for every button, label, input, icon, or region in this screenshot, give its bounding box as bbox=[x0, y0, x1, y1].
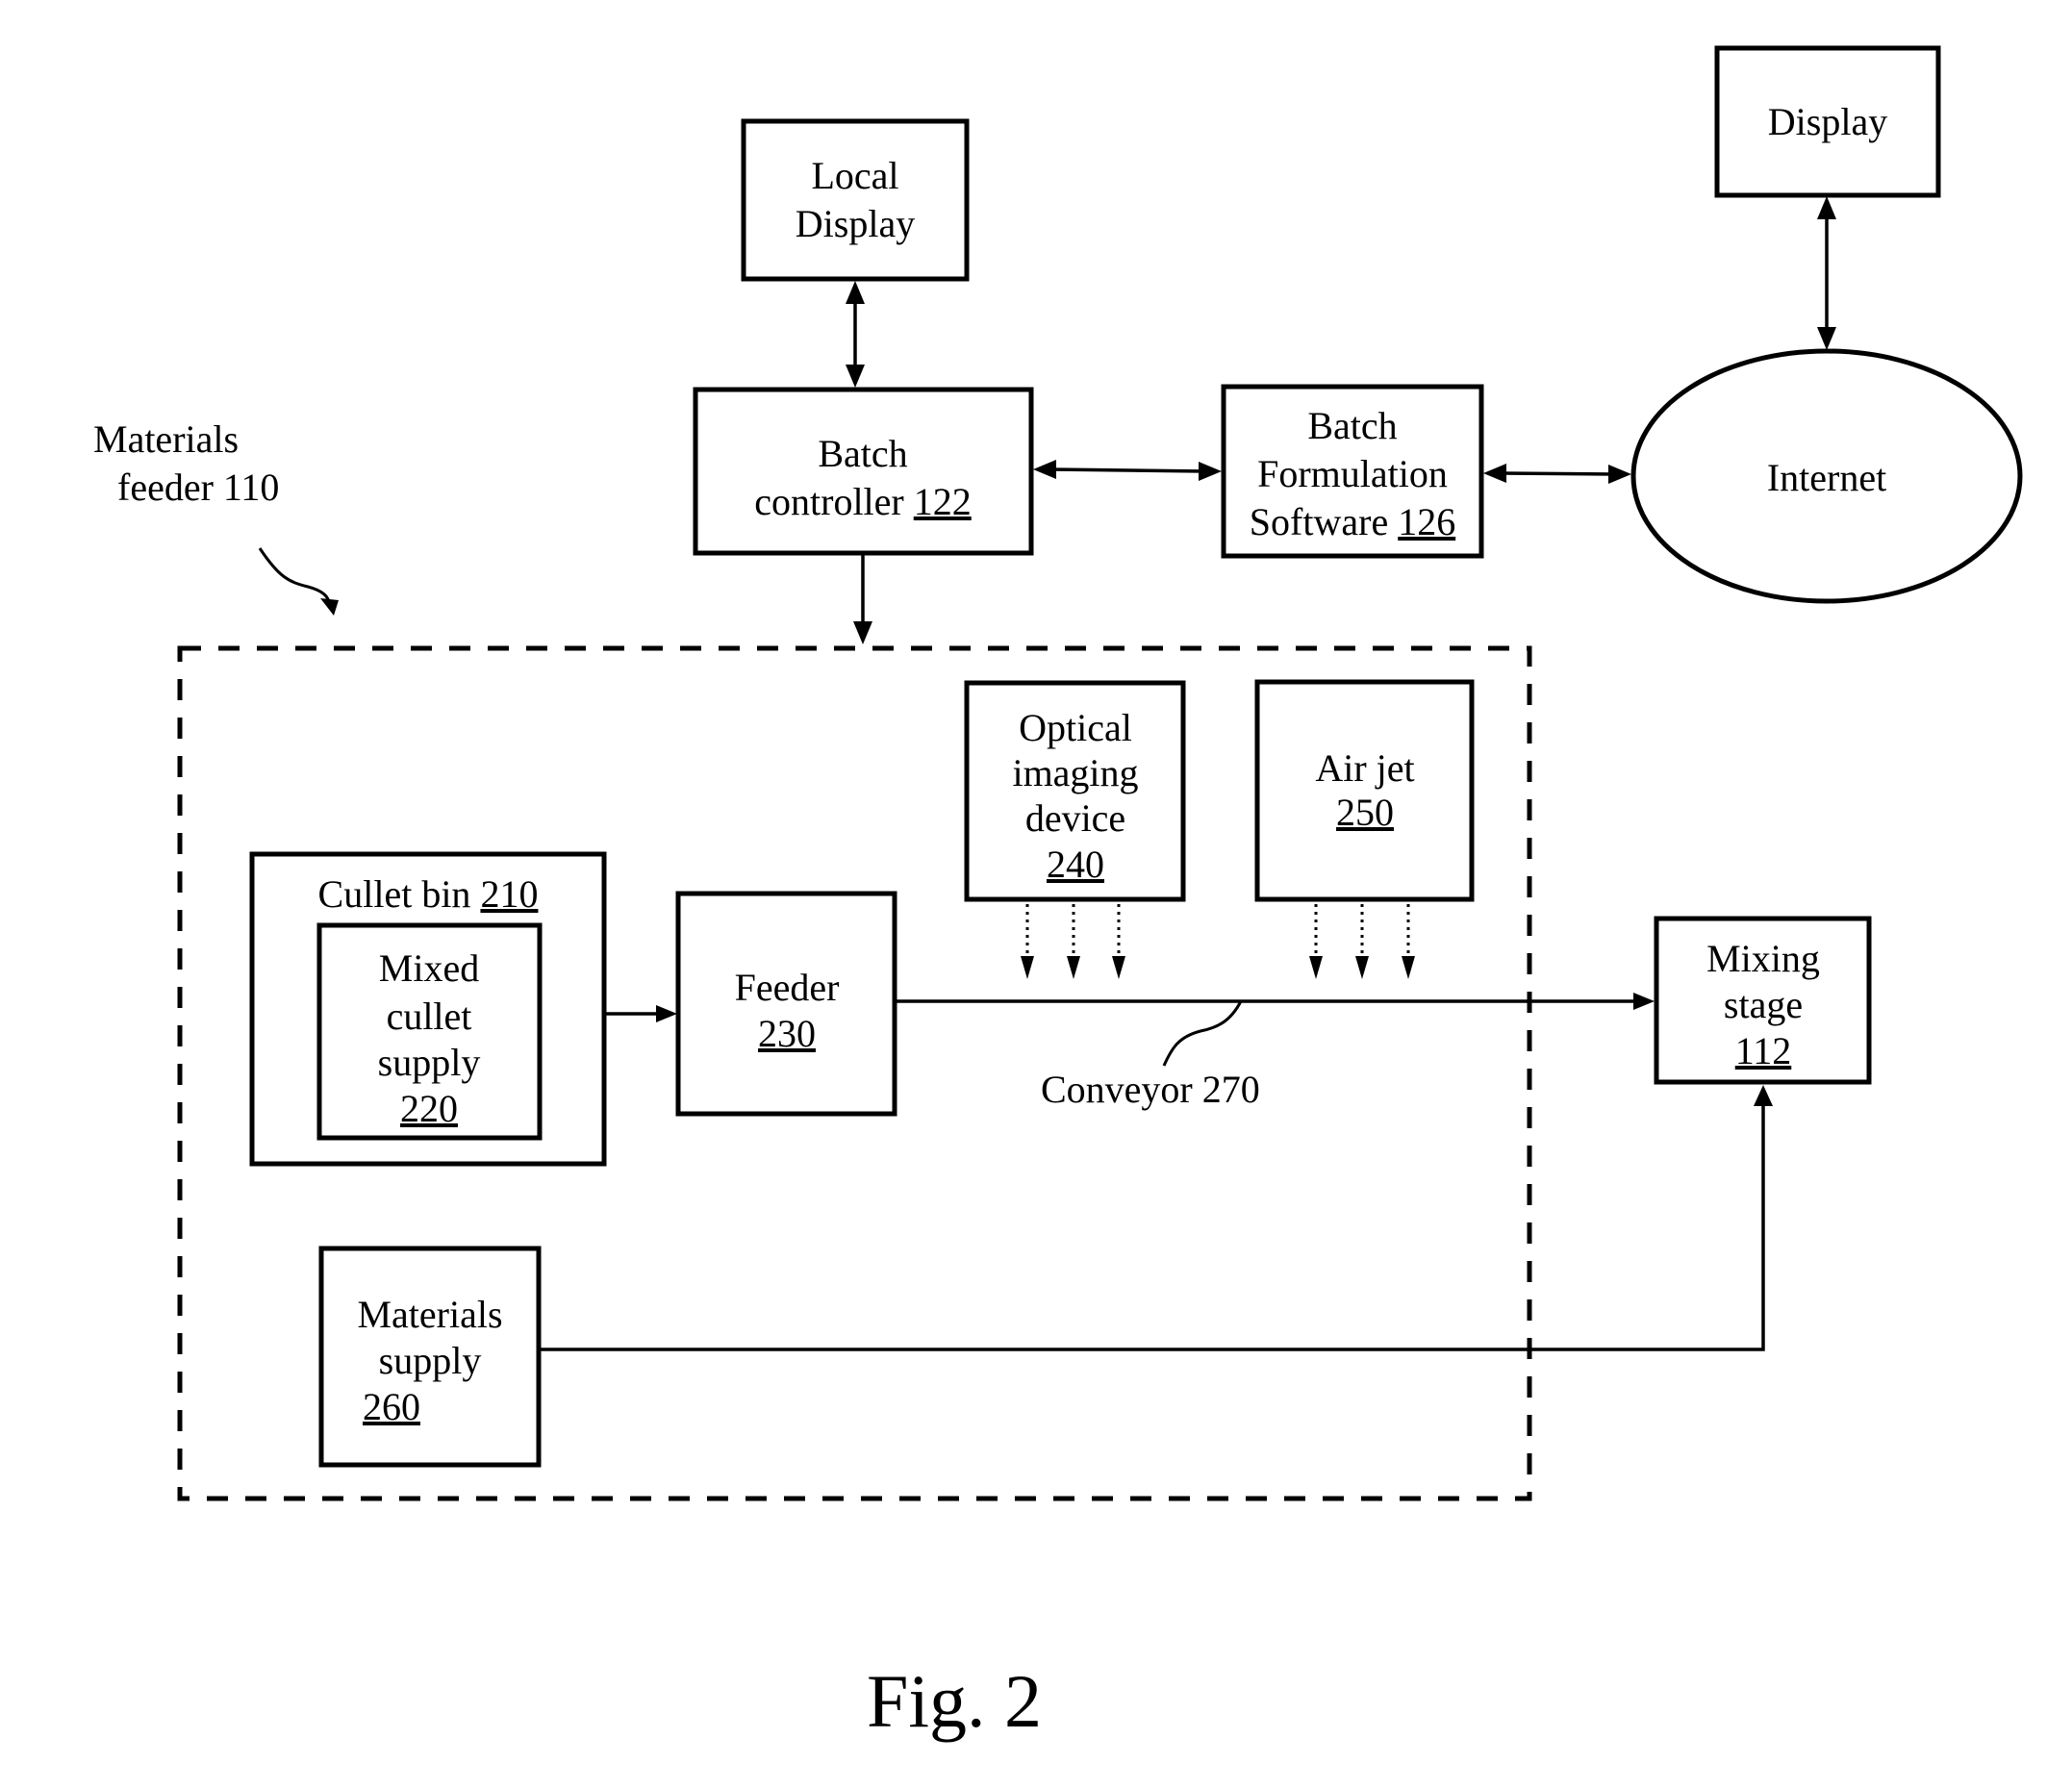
local-display-node[interactable]: Local Display bbox=[741, 118, 970, 282]
batch-formulation-label-line3: Software 126 bbox=[1250, 500, 1455, 543]
mixed-cullet-ref: 220 bbox=[400, 1087, 458, 1130]
feeder-label: Feeder bbox=[735, 966, 840, 1009]
batch-controller-ref: 122 bbox=[914, 480, 972, 523]
edge-batch-formulation-internet bbox=[1483, 464, 1631, 484]
edge-display-internet bbox=[1817, 196, 1836, 350]
conveyor-label: Conveyor 270 bbox=[1041, 1068, 1260, 1111]
batch-controller-label-text: controller bbox=[754, 480, 914, 523]
batch-formulation-ref: 126 bbox=[1398, 500, 1455, 543]
optical-label-line2: imaging bbox=[1012, 751, 1138, 794]
cullet-bin-label: Cullet bin 210 bbox=[318, 872, 539, 916]
internet-label: Internet bbox=[1767, 456, 1886, 499]
batch-controller-node[interactable]: Batch controller 122 bbox=[693, 387, 1034, 556]
edge-cullet-bin-feeder bbox=[606, 1005, 677, 1022]
materials-feeder-label-line1: Materials bbox=[93, 417, 239, 461]
air-jet-dotted-arrows bbox=[1309, 904, 1415, 979]
batch-formulation-label-line1: Batch bbox=[1307, 404, 1397, 447]
cullet-bin-ref: 210 bbox=[480, 872, 538, 916]
local-display-label-line2: Display bbox=[796, 202, 915, 245]
optical-ref: 240 bbox=[1047, 843, 1104, 886]
optical-label-line3: device bbox=[1025, 796, 1125, 840]
edge-batch-controller-batch-formulation bbox=[1033, 460, 1222, 481]
cullet-bin-label-text: Cullet bin bbox=[318, 872, 481, 916]
figure-caption: Fig. 2 bbox=[867, 1659, 1042, 1743]
edge-local-display-batch-controller bbox=[846, 281, 865, 388]
air-jet-node[interactable]: Air jet 250 bbox=[1254, 679, 1475, 902]
diagram-canvas: Materials feeder 110 Local Display Displ… bbox=[93, 45, 2023, 1743]
mixing-stage-ref: 112 bbox=[1735, 1029, 1792, 1072]
materials-supply-ref: 260 bbox=[363, 1385, 420, 1428]
materials-supply-node[interactable]: Materials supply 260 bbox=[318, 1246, 542, 1468]
conveyor-leader-line bbox=[1162, 1000, 1243, 1067]
mixing-stage-node[interactable]: Mixing stage 112 bbox=[1654, 916, 1872, 1085]
mixed-cullet-label-line3: supply bbox=[378, 1041, 481, 1084]
materials-feeder-label: Materials feeder 110 bbox=[93, 417, 279, 509]
materials-supply-label-line2: supply bbox=[379, 1339, 482, 1382]
internet-node[interactable]: Internet bbox=[1630, 348, 2023, 604]
air-jet-ref: 250 bbox=[1336, 791, 1394, 834]
feeder-ref: 230 bbox=[758, 1012, 816, 1055]
optical-label-line1: Optical bbox=[1019, 706, 1132, 749]
optical-imaging-device-node[interactable]: Optical imaging device 240 bbox=[964, 680, 1186, 902]
local-display-label-line1: Local bbox=[811, 154, 898, 197]
edge-materials-supply-mixing-stage bbox=[541, 1085, 1773, 1351]
materials-supply-label-line1: Materials bbox=[357, 1293, 502, 1336]
batch-formulation-label-line2: Formulation bbox=[1257, 452, 1448, 495]
mixed-cullet-supply-node[interactable]: Mixed cullet supply 220 bbox=[316, 922, 543, 1141]
optical-dotted-arrows bbox=[1021, 904, 1125, 979]
batch-formulation-label-text: Software bbox=[1250, 500, 1398, 543]
materials-feeder-pointer bbox=[258, 547, 331, 605]
materials-feeder-label-line2: feeder 110 bbox=[117, 466, 279, 509]
edge-batch-controller-materials-feeder bbox=[853, 555, 872, 644]
materials-feeder-pointer-arrowhead bbox=[320, 598, 339, 616]
air-jet-label: Air jet bbox=[1315, 746, 1414, 790]
batch-controller-label-line1: Batch bbox=[818, 432, 907, 475]
mixed-cullet-label-line1: Mixed bbox=[379, 946, 479, 990]
mixing-stage-label-line1: Mixing bbox=[1706, 937, 1820, 980]
batch-controller-label-line2: controller 122 bbox=[754, 480, 972, 523]
mixing-stage-label-line2: stage bbox=[1724, 983, 1803, 1026]
display-label: Display bbox=[1768, 100, 1887, 143]
batch-formulation-node[interactable]: Batch Formulation Software 126 bbox=[1221, 384, 1484, 559]
conveyor-line bbox=[897, 993, 1655, 1010]
display-node[interactable]: Display bbox=[1714, 45, 1941, 198]
mixed-cullet-label-line2: cullet bbox=[387, 995, 472, 1038]
feeder-node[interactable]: Feeder 230 bbox=[675, 891, 897, 1117]
